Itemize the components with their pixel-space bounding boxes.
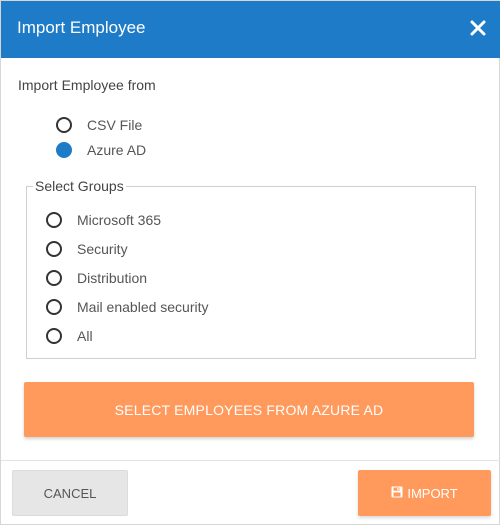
radio-circle-security[interactable] <box>46 241 62 257</box>
radio-circle-all[interactable] <box>46 328 62 344</box>
radio-circle-csv-file[interactable] <box>56 117 72 133</box>
radio-label-csv-file: CSV File <box>87 117 143 133</box>
cancel-button[interactable]: CANCEL <box>12 470 128 516</box>
dialog-title: Import Employee <box>17 18 146 37</box>
radio-mail-enabled-security[interactable]: Mail enabled security <box>46 299 209 315</box>
radio-label-distribution: Distribution <box>77 270 148 286</box>
radio-circle-mail-enabled-security[interactable] <box>46 299 62 315</box>
dialog-header: Import Employee <box>1 1 500 58</box>
close-button[interactable] <box>469 19 487 37</box>
import-button-label: IMPORT <box>407 485 458 501</box>
select-employees-button[interactable]: SELECT EMPLOYEES FROM AZURE AD <box>24 382 474 437</box>
radio-csv-file[interactable]: CSV File <box>56 117 142 133</box>
import-employee-dialog: Import Employee Import Employee from CSV… <box>0 0 500 525</box>
import-button[interactable]: IMPORT <box>358 470 491 516</box>
radio-circle-microsoft-365[interactable] <box>46 212 62 228</box>
radio-microsoft-365[interactable]: Microsoft 365 <box>46 212 161 228</box>
close-icon <box>470 20 486 36</box>
radio-azure-ad[interactable]: Azure AD <box>56 142 146 158</box>
radio-circle-azure-ad[interactable] <box>56 142 72 158</box>
radio-label-azure-ad: Azure AD <box>87 142 147 158</box>
select-groups-legend: Select Groups <box>33 178 126 194</box>
radio-label-microsoft-365: Microsoft 365 <box>77 212 162 228</box>
radio-distribution[interactable]: Distribution <box>46 270 147 286</box>
radio-all[interactable]: All <box>46 328 93 344</box>
radio-security[interactable]: Security <box>46 241 128 257</box>
radio-label-mail-enabled-security: Mail enabled security <box>77 299 209 315</box>
radio-label-all: All <box>77 328 93 344</box>
import-source-label: Import Employee from <box>18 77 156 93</box>
radio-label-security: Security <box>77 241 128 257</box>
save-icon <box>391 486 403 501</box>
radio-circle-distribution[interactable] <box>46 270 62 286</box>
footer-divider <box>1 460 500 461</box>
